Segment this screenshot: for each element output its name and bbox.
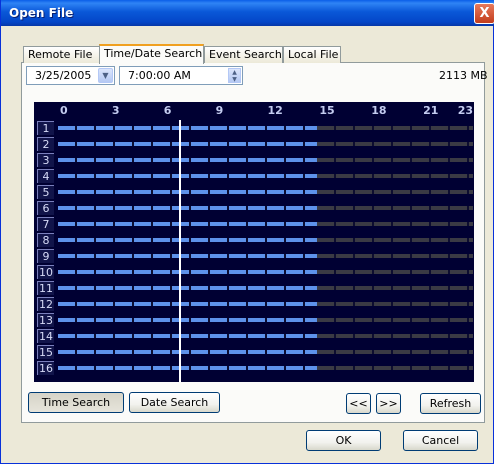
recorded-segment[interactable] bbox=[58, 206, 318, 210]
recorded-segment[interactable] bbox=[58, 270, 318, 274]
tab-time-date-search[interactable]: Time/Date Search bbox=[99, 44, 204, 64]
tab-local-file[interactable]: Local File bbox=[283, 46, 341, 63]
channel-number: 3 bbox=[37, 153, 54, 167]
recorded-segment[interactable] bbox=[58, 366, 318, 370]
channel-row[interactable]: 6 bbox=[34, 201, 474, 216]
empty-segment[interactable] bbox=[317, 286, 473, 290]
empty-segment[interactable] bbox=[317, 174, 473, 178]
recorded-segment[interactable] bbox=[58, 318, 318, 322]
channel-row[interactable]: 16 bbox=[34, 361, 474, 376]
tab-event-search[interactable]: Event Search bbox=[204, 46, 283, 63]
channel-row[interactable]: 12 bbox=[34, 297, 474, 312]
channel-number: 8 bbox=[37, 233, 54, 247]
channel-number: 13 bbox=[37, 313, 54, 327]
channel-row[interactable]: 13 bbox=[34, 313, 474, 328]
hour-label: 0 bbox=[60, 104, 68, 117]
recorded-segment[interactable] bbox=[58, 142, 318, 146]
empty-segment[interactable] bbox=[317, 190, 473, 194]
hour-label: 12 bbox=[267, 104, 283, 117]
time-value: 7:00:00 AM bbox=[128, 69, 191, 82]
channel-row[interactable]: 4 bbox=[34, 169, 474, 184]
channel-row[interactable]: 10 bbox=[34, 265, 474, 280]
ok-button[interactable]: OK bbox=[306, 430, 381, 451]
cancel-button[interactable]: Cancel bbox=[403, 430, 478, 451]
time-input[interactable]: 7:00:00 AM ▲ ▼ bbox=[119, 66, 243, 85]
recorded-segment[interactable] bbox=[58, 254, 318, 258]
recorded-segment[interactable] bbox=[58, 302, 318, 306]
hour-label: 15 bbox=[319, 104, 335, 117]
channel-row[interactable]: 9 bbox=[34, 249, 474, 264]
channel-number: 7 bbox=[37, 217, 54, 231]
channel-number: 6 bbox=[37, 201, 54, 215]
channel-row[interactable]: 2 bbox=[34, 137, 474, 152]
recorded-segment[interactable] bbox=[58, 190, 318, 194]
hour-label: 9 bbox=[215, 104, 224, 117]
channel-number: 16 bbox=[37, 361, 54, 375]
empty-segment[interactable] bbox=[317, 142, 473, 146]
channel-row[interactable]: 7 bbox=[34, 217, 474, 232]
channel-number: 1 bbox=[37, 121, 54, 135]
channel-row[interactable]: 5 bbox=[34, 185, 474, 200]
recorded-segment[interactable] bbox=[58, 334, 318, 338]
empty-segment[interactable] bbox=[317, 238, 473, 242]
empty-segment[interactable] bbox=[317, 254, 473, 258]
date-picker[interactable]: 3/25/2005 ▼ bbox=[26, 66, 115, 85]
recorded-segment[interactable] bbox=[58, 126, 318, 130]
close-icon[interactable]: X bbox=[474, 3, 494, 24]
time-search-button[interactable]: Time Search bbox=[28, 392, 124, 413]
hour-label: 18 bbox=[371, 104, 387, 117]
empty-segment[interactable] bbox=[317, 126, 473, 130]
recording-timeline[interactable]: 0 3 6 9 12 15 18 21 23 1 2 3 4 5 6 7 8 9 10 11 12 13 14 15 16 bbox=[34, 102, 474, 382]
channel-number: 9 bbox=[37, 249, 54, 263]
channel-number: 15 bbox=[37, 345, 54, 359]
open-file-dialog: Open File X Remote File Time/Date Search… bbox=[0, 0, 494, 464]
channel-number: 4 bbox=[37, 169, 54, 183]
recorded-segment[interactable] bbox=[58, 222, 318, 226]
disk-space-label: 2113 MB bbox=[439, 69, 488, 82]
channel-row[interactable]: 8 bbox=[34, 233, 474, 248]
recorded-segment[interactable] bbox=[58, 350, 318, 354]
channel-number: 11 bbox=[37, 281, 54, 295]
refresh-button[interactable]: Refresh bbox=[420, 393, 481, 414]
next-page-button[interactable]: >> bbox=[376, 393, 401, 414]
channel-number: 12 bbox=[37, 297, 54, 311]
spin-updown-icon[interactable]: ▲ ▼ bbox=[228, 68, 241, 83]
channel-row[interactable]: 15 bbox=[34, 345, 474, 360]
empty-segment[interactable] bbox=[317, 318, 473, 322]
empty-segment[interactable] bbox=[317, 158, 473, 162]
channel-number: 2 bbox=[37, 137, 54, 151]
date-search-button[interactable]: Date Search bbox=[129, 392, 220, 413]
hour-label: 6 bbox=[163, 104, 172, 117]
empty-segment[interactable] bbox=[317, 366, 473, 370]
time-cursor[interactable] bbox=[179, 120, 182, 382]
window-title: Open File bbox=[9, 6, 74, 20]
hour-label: 3 bbox=[111, 104, 120, 117]
channel-number: 14 bbox=[37, 329, 54, 343]
empty-segment[interactable] bbox=[317, 302, 473, 306]
empty-segment[interactable] bbox=[317, 334, 473, 338]
recorded-segment[interactable] bbox=[58, 174, 318, 178]
empty-segment[interactable] bbox=[317, 350, 473, 354]
date-value: 3/25/2005 bbox=[35, 69, 92, 82]
title-bar[interactable]: Open File X bbox=[1, 0, 494, 26]
hour-label: 21 bbox=[423, 104, 439, 117]
recorded-segment[interactable] bbox=[58, 238, 318, 242]
hour-label: 23 bbox=[457, 104, 474, 117]
channel-row[interactable]: 3 bbox=[34, 153, 474, 168]
chevron-down-icon[interactable]: ▼ bbox=[98, 68, 113, 83]
empty-segment[interactable] bbox=[317, 206, 473, 210]
prev-page-button[interactable]: << bbox=[346, 393, 371, 414]
tab-remote-file[interactable]: Remote File bbox=[23, 46, 100, 63]
channel-row[interactable]: 1 bbox=[34, 121, 474, 136]
channel-number: 5 bbox=[37, 185, 54, 199]
recorded-segment[interactable] bbox=[58, 158, 318, 162]
empty-segment[interactable] bbox=[317, 270, 473, 274]
channel-row[interactable]: 11 bbox=[34, 281, 474, 296]
empty-segment[interactable] bbox=[317, 222, 473, 226]
channel-number: 10 bbox=[37, 265, 54, 279]
channel-row[interactable]: 14 bbox=[34, 329, 474, 344]
recorded-segment[interactable] bbox=[58, 286, 318, 290]
